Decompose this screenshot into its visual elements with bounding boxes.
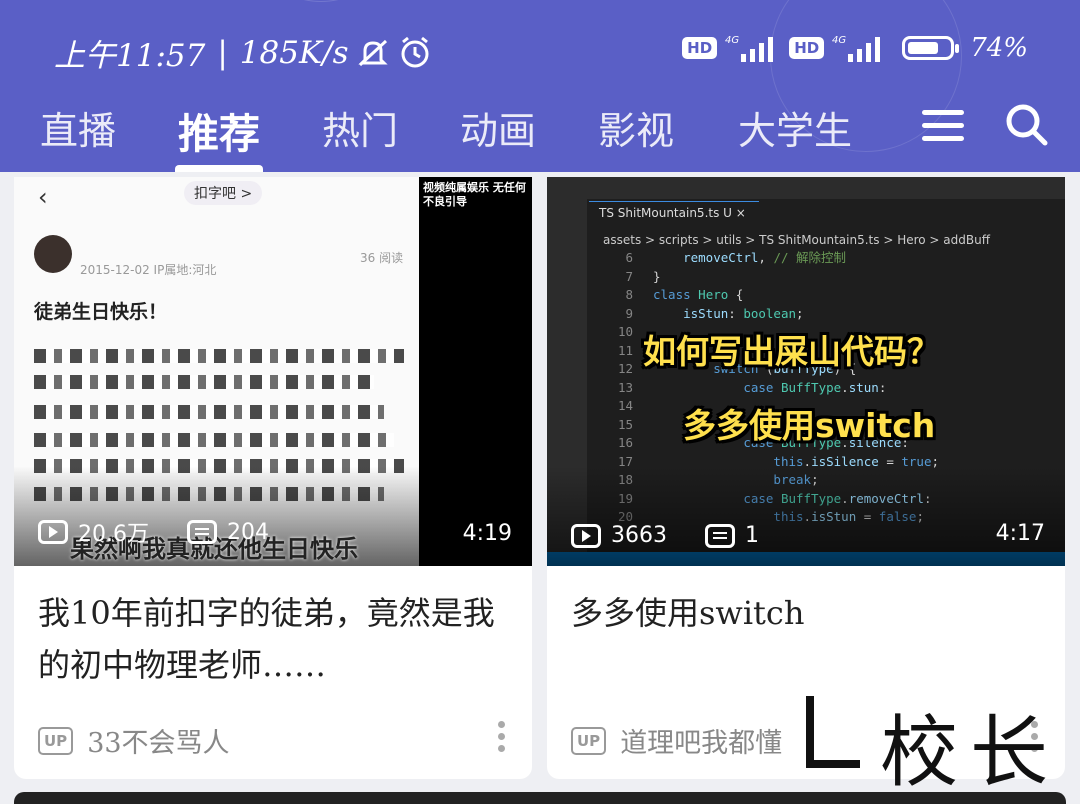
network-speed: 185K/s xyxy=(239,34,349,71)
uploader-name[interactable]: 道理吧我都懂 xyxy=(620,721,782,760)
uploader-name[interactable]: 33不会骂人 xyxy=(87,721,229,760)
battery-nub xyxy=(955,44,960,53)
video-title[interactable]: 多多使用switch xyxy=(571,587,1041,639)
muted-bell-icon xyxy=(358,39,389,66)
pixelated-text xyxy=(34,349,404,363)
tab-popular[interactable]: 热门 xyxy=(322,100,398,155)
comment-icon xyxy=(705,523,735,548)
view-count: 20.6万 xyxy=(78,522,149,547)
video-duration: 4:19 xyxy=(462,521,512,546)
tab-film-tv[interactable]: 影视 xyxy=(598,100,674,155)
hd-badge: HD xyxy=(789,37,825,59)
watermark: 校长 xyxy=(800,690,1060,802)
video-thumbnail[interactable]: ‹ 扣字吧 > 2015-12-02 IP属地:河北 36 阅读 徒弟生日快乐！… xyxy=(14,177,532,566)
battery-icon xyxy=(902,36,960,60)
hd-badge: HD xyxy=(682,37,718,59)
video-stats: 3663 1 xyxy=(571,523,797,548)
pixelated-text xyxy=(34,405,384,419)
status-time: 上午11:57 xyxy=(54,38,206,74)
svg-text:4G: 4G xyxy=(832,35,846,46)
battery-percent: 74% xyxy=(970,33,1028,63)
watermark-text: 校长 xyxy=(880,708,1061,798)
post-date: 2015-12-02 IP属地:河北 xyxy=(80,263,217,277)
active-tab-indicator xyxy=(175,165,263,172)
tab-live[interactable]: 直播 xyxy=(40,100,116,155)
video-stats: 20.6万 204 xyxy=(38,516,307,548)
video-title[interactable]: 我10年前扣字的徒弟，竟然是我的初中物理老师…… xyxy=(38,587,508,691)
category-tabs: 直播 推荐 热门 动画 影视 大学生 xyxy=(0,100,1080,160)
menu-icon[interactable] xyxy=(920,108,966,144)
video-duration: 4:17 xyxy=(995,521,1045,546)
tab-animation[interactable]: 动画 xyxy=(460,100,536,155)
up-badge-icon: UP xyxy=(571,726,607,755)
alarm-icon xyxy=(401,36,429,67)
decoration-circle xyxy=(245,0,397,2)
avatar xyxy=(34,235,72,273)
uploader-row[interactable]: UP 道理吧我都懂 xyxy=(571,721,782,760)
thumbnail-shade xyxy=(547,466,1065,566)
caption-line-2: 多多使用switch xyxy=(683,406,936,445)
play-count-icon xyxy=(571,523,601,548)
next-card-edge xyxy=(14,792,1066,804)
editor-file-tab: TS ShitMountain5.ts U × xyxy=(589,201,759,227)
caption-line-1: 如何写出屎山代码？ xyxy=(643,332,940,371)
up-badge-icon: UP xyxy=(38,726,74,755)
back-arrow-icon: ‹ xyxy=(38,183,48,211)
post-text: 徒弟生日快乐！ xyxy=(34,301,168,323)
more-options-icon[interactable] xyxy=(498,721,506,753)
pixelated-text xyxy=(34,375,374,389)
svg-text:4G: 4G xyxy=(725,35,739,46)
video-card[interactable]: TS ShitMountain5.ts U × assets > scripts… xyxy=(547,177,1065,779)
comment-count: 1 xyxy=(745,523,759,548)
pixelated-text xyxy=(34,433,394,447)
video-card[interactable]: ‹ 扣字吧 > 2015-12-02 IP属地:河北 36 阅读 徒弟生日快乐！… xyxy=(14,177,532,779)
status-left: 上午11:57 | 185K/s xyxy=(54,30,432,75)
comment-count: 204 xyxy=(227,519,269,545)
search-icon[interactable] xyxy=(1002,100,1050,148)
tab-college[interactable]: 大学生 xyxy=(738,100,852,155)
status-separator: | xyxy=(217,34,228,71)
group-label: 扣字吧 > xyxy=(184,181,263,205)
tab-recommend[interactable]: 推荐 xyxy=(178,100,260,160)
editor-menubar xyxy=(547,177,1065,199)
signal-icon: 4G xyxy=(832,35,881,62)
top-header: 上午11:57 | 185K/s HD 4G HD 4G 74% 直播 推荐 热… xyxy=(0,0,1080,172)
disclaimer-note: 视频纯属娱乐 无任何不良引导 xyxy=(423,181,526,208)
battery-fill xyxy=(908,42,938,54)
watermark-bracket xyxy=(806,696,814,768)
watermark-bracket xyxy=(806,760,860,768)
post-reads: 36 阅读 xyxy=(360,251,404,265)
status-right: HD 4G HD 4G 74% xyxy=(682,32,1028,64)
comment-icon xyxy=(187,520,217,544)
play-count-icon xyxy=(38,520,68,544)
video-thumbnail[interactable]: TS ShitMountain5.ts U × assets > scripts… xyxy=(547,177,1065,566)
status-bar: 上午11:57 | 185K/s HD 4G HD 4G 74% xyxy=(0,22,1080,78)
signal-icon: 4G xyxy=(725,35,774,62)
view-count: 3663 xyxy=(611,523,667,548)
uploader-row[interactable]: UP 33不会骂人 xyxy=(38,721,230,760)
editor-breadcrumb: assets > scripts > utils > TS ShitMounta… xyxy=(603,233,990,247)
